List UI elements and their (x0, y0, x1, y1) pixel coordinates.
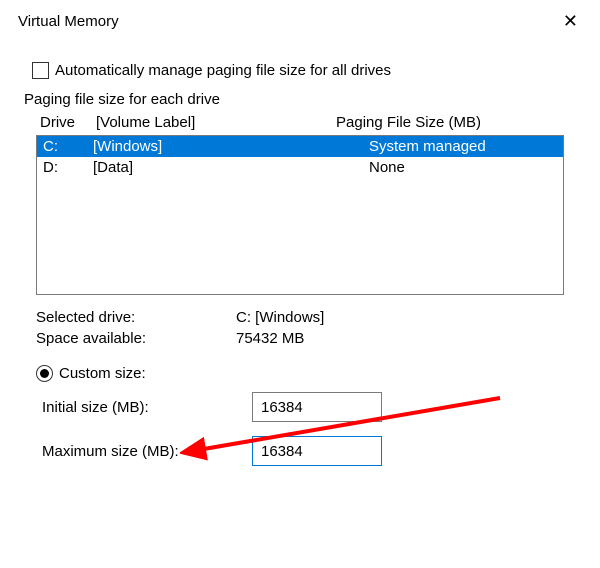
close-icon[interactable]: ✕ (557, 10, 584, 32)
dialog-content: Automatically manage paging file size fo… (0, 40, 600, 466)
drive-letter: D: (43, 159, 93, 176)
space-available-value: 75432 MB (236, 330, 576, 347)
initial-size-input[interactable] (252, 392, 382, 422)
header-paging-size: Paging File Size (MB) (336, 114, 560, 131)
initial-size-label: Initial size (MB): (42, 399, 252, 416)
space-available-label: Space available: (36, 330, 236, 347)
auto-manage-checkbox[interactable] (32, 62, 49, 79)
maximum-size-row: Maximum size (MB): (42, 436, 576, 466)
selected-drive-value: C: [Windows] (236, 309, 576, 326)
maximum-size-input[interactable] (252, 436, 382, 466)
selected-drive-label: Selected drive: (36, 309, 236, 326)
initial-size-row: Initial size (MB): (42, 392, 576, 422)
custom-size-label: Custom size: (59, 365, 146, 382)
maximum-size-label: Maximum size (MB): (42, 443, 252, 460)
window-title: Virtual Memory (18, 13, 119, 30)
custom-size-radio-row[interactable]: Custom size: (36, 365, 576, 382)
drive-list-wrap: Drive [Volume Label] Paging File Size (M… (36, 112, 564, 295)
drive-row[interactable]: C: [Windows] System managed (37, 136, 563, 157)
drive-volume: [Data] (93, 159, 369, 176)
titlebar: Virtual Memory ✕ (0, 0, 600, 40)
drive-row[interactable]: D: [Data] None (37, 157, 563, 178)
paging-section-label: Paging file size for each drive (24, 91, 576, 108)
drive-paging: None (369, 159, 557, 176)
header-volume-label: [Volume Label] (96, 114, 336, 131)
selected-drive-info: Selected drive: C: [Windows] Space avail… (36, 309, 576, 347)
drive-volume: [Windows] (93, 138, 369, 155)
auto-manage-label: Automatically manage paging file size fo… (55, 62, 391, 79)
drive-list-headers: Drive [Volume Label] Paging File Size (M… (36, 112, 564, 135)
auto-manage-row[interactable]: Automatically manage paging file size fo… (32, 62, 576, 79)
drive-list[interactable]: C: [Windows] System managed D: [Data] No… (36, 135, 564, 295)
custom-size-radio[interactable] (36, 365, 53, 382)
header-drive: Drive (40, 114, 96, 131)
drive-letter: C: (43, 138, 93, 155)
drive-paging: System managed (369, 138, 557, 155)
